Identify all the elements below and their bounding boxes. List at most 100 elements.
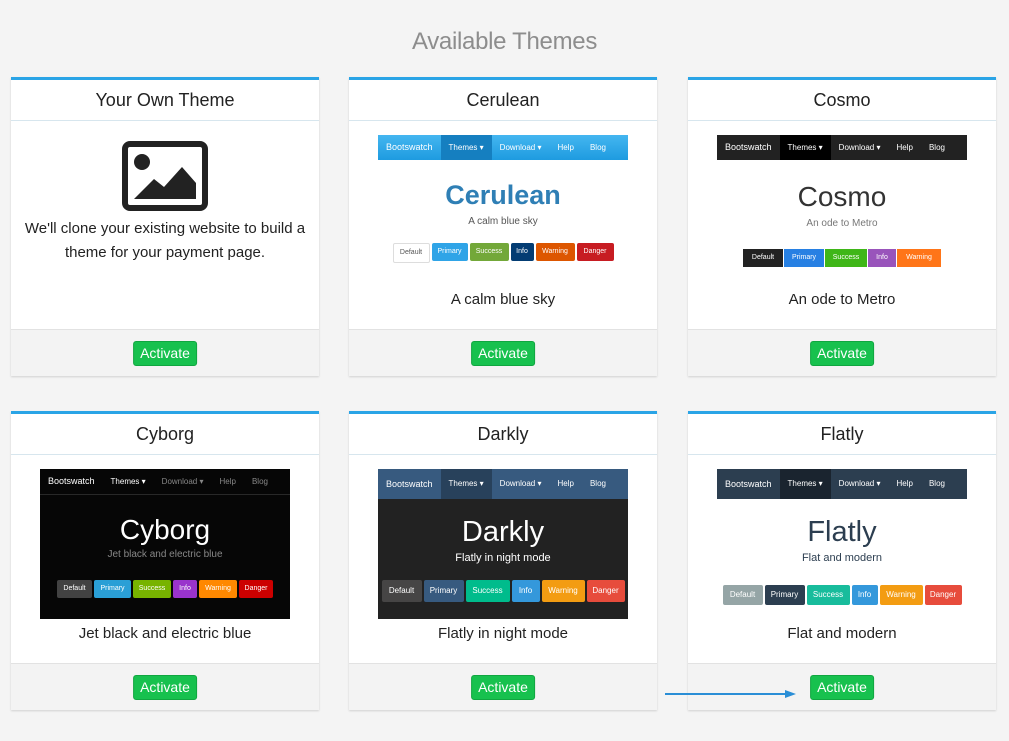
preview-button-default: Default <box>743 249 783 267</box>
preview-nav-item: Help <box>896 143 913 152</box>
preview-buttons: Default Primary Success Info Warning Dan… <box>378 580 628 602</box>
preview-brand: Bootswatch <box>386 142 433 152</box>
preview-button-success: Success <box>825 249 867 267</box>
theme-card-flatly: Flatly Bootswatch Themes ▾ Download ▾ He… <box>688 411 996 710</box>
preview-nav-item: Help <box>557 143 574 152</box>
preview-nav-item: Download ▾ <box>161 477 204 486</box>
theme-card-cerulean: Cerulean Bootswatch Themes ▾ Download ▾ … <box>349 77 657 376</box>
preview-nav-item: Download ▾ <box>499 143 542 152</box>
preview-navbar: Bootswatch Themes ▾ Download ▾ Help Blog <box>378 135 628 160</box>
preview-subtitle: A calm blue sky <box>468 216 538 227</box>
preview-button-success: Success <box>806 585 850 605</box>
preview-nav-item: Blog <box>251 477 268 486</box>
preview-button-success: Success <box>469 243 509 261</box>
card-footer: Activate <box>11 329 319 376</box>
preview-button-info: Info <box>511 580 540 602</box>
preview-navbar: Bootswatch Themes ▾ Download ▾ Help Blog <box>717 135 967 160</box>
activate-button[interactable]: Activate <box>133 675 197 700</box>
preview-button-default: Default <box>392 243 430 263</box>
theme-card-your-own: Your Own Theme We'll clone your existing… <box>11 77 319 376</box>
preview-subtitle: Jet black and electric blue <box>107 549 223 560</box>
preview-title: Flatly <box>807 516 877 548</box>
preview-button-danger: Danger <box>924 585 962 605</box>
preview-button-danger: Danger <box>586 580 625 602</box>
preview-brand: Bootswatch <box>725 479 772 489</box>
preview-navbar: Bootswatch Themes ▾ Download ▾ Help Blog <box>717 469 967 499</box>
preview-button-default: Default <box>381 580 422 602</box>
preview-button-danger: Danger <box>239 580 273 598</box>
preview-nav-item: Blog <box>589 143 606 152</box>
card-footer: Activate <box>349 663 657 710</box>
preview-button-default: Default <box>57 580 92 598</box>
preview-nav-item: Blog <box>589 479 606 488</box>
preview-title: Cerulean <box>445 180 561 210</box>
card-body: We'll clone your existing website to bui… <box>11 121 319 331</box>
preview-nav-item: Blog <box>928 479 945 488</box>
preview-nav-item: Help <box>896 479 913 488</box>
card-caption: Flatly in night mode <box>437 625 569 642</box>
preview-title: Darkly <box>461 516 545 548</box>
image-icon <box>122 141 208 211</box>
preview-nav-item: Themes ▾ <box>440 135 492 160</box>
preview-button-warning: Warning <box>199 580 237 598</box>
card-caption: A calm blue sky <box>450 291 556 308</box>
preview-buttons: Default Primary Success Info Warning Dan… <box>378 243 628 263</box>
preview-button-primary: Primary <box>431 243 468 261</box>
preview-button-success: Success <box>465 580 510 602</box>
preview-nav-item: Themes ▾ <box>779 135 831 160</box>
preview-button-warning: Warning <box>879 585 923 605</box>
theme-preview: Bootswatch Themes ▾ Download ▾ Help Blog… <box>378 135 628 275</box>
activate-button[interactable]: Activate <box>133 341 197 366</box>
theme-preview: Bootswatch Themes ▾ Download ▾ Help Blog… <box>717 135 967 275</box>
preview-button-primary: Primary <box>764 585 805 605</box>
activate-button[interactable]: Activate <box>471 341 535 366</box>
preview-button-primary: Primary <box>784 249 824 267</box>
theme-preview: Bootswatch Themes ▾ Download ▾ Help Blog… <box>378 469 628 619</box>
preview-button-success: Success <box>133 580 171 598</box>
preview-button-info: Info <box>851 585 878 605</box>
preview-nav-item: Download ▾ <box>838 479 881 488</box>
preview-nav-item: Themes ▾ <box>110 477 146 486</box>
card-title: Cerulean <box>349 80 657 121</box>
preview-button-default: Default <box>722 585 763 605</box>
card-body: Bootswatch Themes ▾ Download ▾ Help Blog… <box>11 455 319 665</box>
theme-preview: Bootswatch Themes ▾ Download ▾ Help Blog… <box>717 469 967 619</box>
preview-button-info: Info <box>868 249 896 267</box>
activate-button[interactable]: Activate <box>810 675 874 700</box>
preview-nav-item: Themes ▾ <box>440 469 492 499</box>
card-footer: Activate <box>688 663 996 710</box>
card-footer: Activate <box>11 663 319 710</box>
preview-subtitle: An ode to Metro <box>806 218 878 229</box>
preview-nav-item: Help <box>219 477 236 486</box>
theme-preview: Bootswatch Themes ▾ Download ▾ Help Blog… <box>40 469 290 619</box>
activate-button[interactable]: Activate <box>471 675 535 700</box>
preview-button-primary: Primary <box>423 580 464 602</box>
card-body: Bootswatch Themes ▾ Download ▾ Help Blog… <box>688 455 996 665</box>
card-body: Bootswatch Themes ▾ Download ▾ Help Blog… <box>349 455 657 665</box>
preview-brand: Bootswatch <box>386 479 433 489</box>
preview-nav-item: Help <box>557 479 574 488</box>
card-caption: Jet black and electric blue <box>78 625 252 642</box>
theme-card-cosmo: Cosmo Bootswatch Themes ▾ Download ▾ Hel… <box>688 77 996 376</box>
card-title: Flatly <box>688 414 996 455</box>
activate-button[interactable]: Activate <box>810 341 874 366</box>
preview-button-danger: Danger <box>576 243 614 261</box>
card-caption: Flat and modern <box>787 625 897 642</box>
card-body: Bootswatch Themes ▾ Download ▾ Help Blog… <box>349 121 657 331</box>
preview-navbar: Bootswatch Themes ▾ Download ▾ Help Blog <box>378 469 628 499</box>
card-footer: Activate <box>349 329 657 376</box>
preview-subtitle: Flat and modern <box>801 552 883 564</box>
preview-title: Cyborg <box>119 514 211 545</box>
preview-brand: Bootswatch <box>48 476 95 486</box>
preview-brand: Bootswatch <box>725 142 772 152</box>
arrow-right-icon <box>665 690 796 698</box>
theme-card-cyborg: Cyborg Bootswatch Themes ▾ Download ▾ He… <box>11 411 319 710</box>
preview-button-info: Info <box>510 243 534 261</box>
preview-button-warning: Warning <box>541 580 585 602</box>
preview-title: Cosmo <box>797 181 887 212</box>
page-title: Available Themes <box>411 28 598 55</box>
preview-subtitle: Flatly in night mode <box>455 552 551 564</box>
preview-nav-item: Download ▾ <box>499 479 542 488</box>
preview-buttons: Default Primary Success Info Warning <box>717 249 967 267</box>
card-title: Cosmo <box>688 80 996 121</box>
